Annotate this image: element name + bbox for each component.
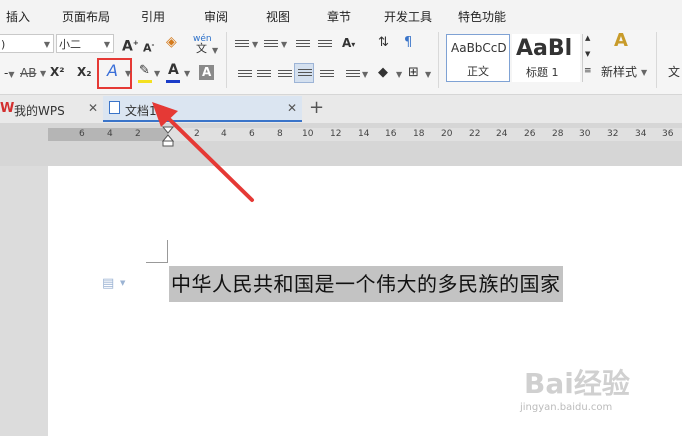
arrow-shaft [164, 114, 254, 202]
annotation-arrow [152, 102, 254, 202]
